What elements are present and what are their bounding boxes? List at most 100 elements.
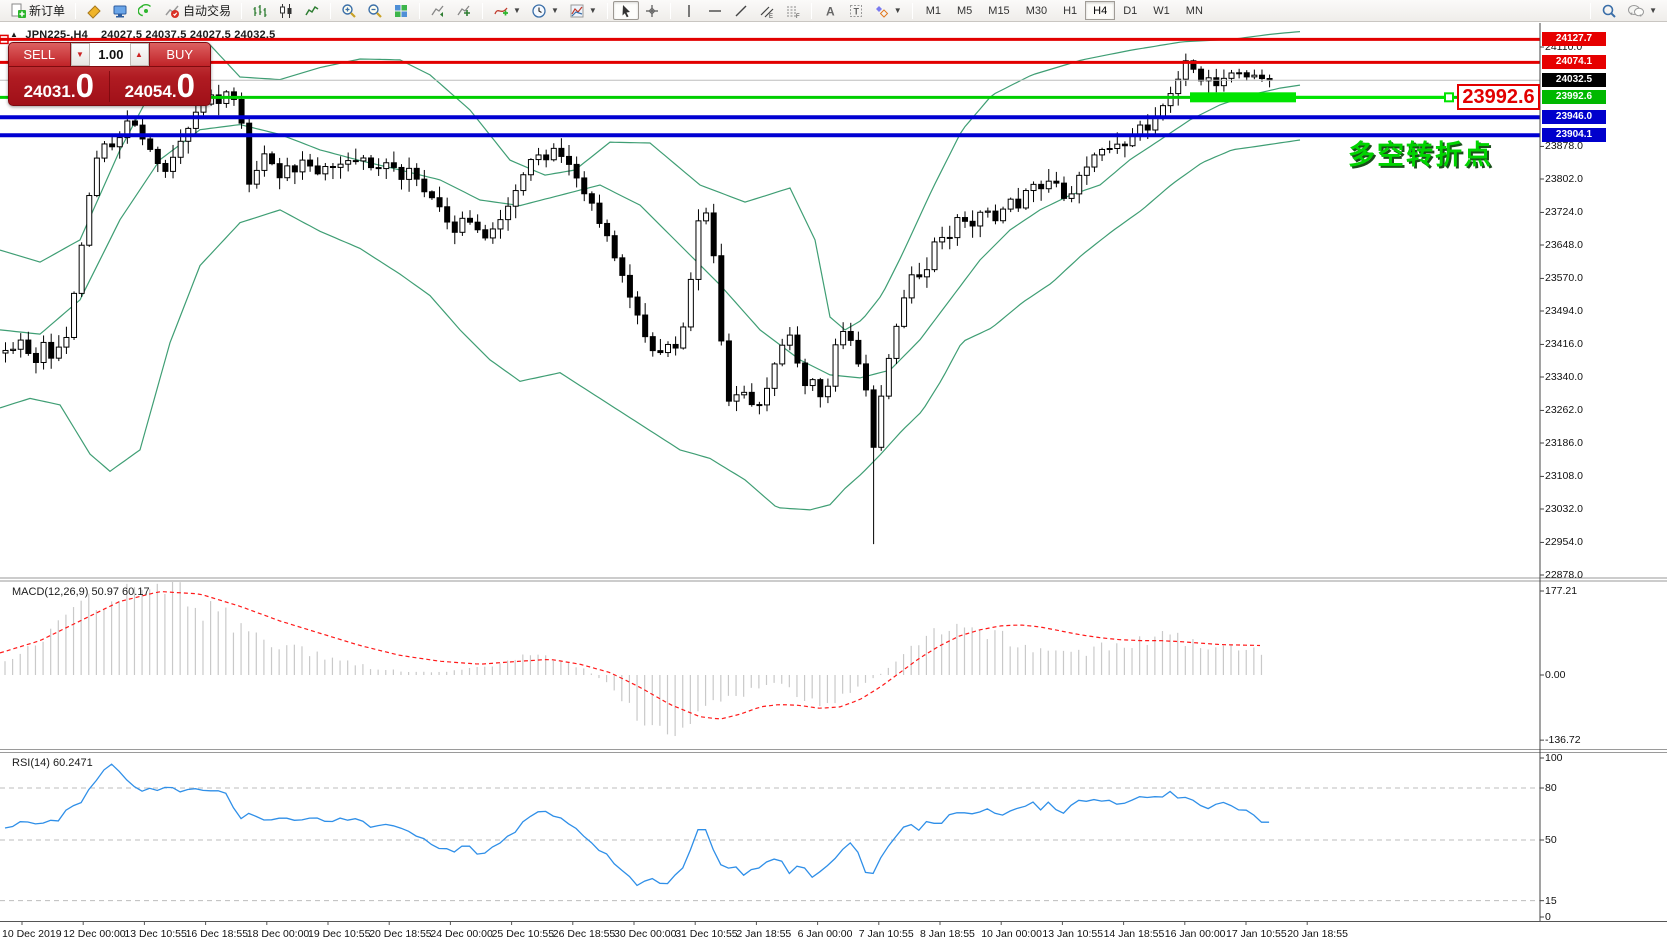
- toolbar-separator: [811, 3, 812, 19]
- buy-price-display[interactable]: 24054.0: [110, 71, 211, 102]
- candle: [247, 123, 252, 184]
- tile-windows-button[interactable]: [388, 1, 414, 20]
- candle: [1016, 199, 1021, 208]
- candle: [643, 315, 648, 337]
- candle: [308, 160, 313, 166]
- zoomin-icon: [341, 3, 357, 19]
- date-tick-label: 26 Dec 18:55: [553, 928, 615, 940]
- timeframe-m30-button[interactable]: M30: [1018, 1, 1055, 20]
- candle: [49, 342, 54, 358]
- mt4-terminal: 新订单自动交易▼▼▼EFAT▼M1M5M15M30H1H4D1W1MN▼ ▲ J…: [0, 0, 1667, 947]
- timeframe-d1-button[interactable]: D1: [1115, 1, 1145, 20]
- terminal-button[interactable]: [107, 1, 133, 20]
- period-selector-button[interactable]: ▼: [526, 1, 564, 20]
- candle: [399, 167, 404, 179]
- draw-vline-button[interactable]: [676, 1, 702, 20]
- signals-button[interactable]: [133, 1, 159, 20]
- chevron-down-icon: ▼: [1649, 6, 1657, 15]
- chevron-down-icon: ▼: [589, 6, 597, 15]
- candle: [117, 138, 122, 147]
- date-tick-label: 20 Jan 18:55: [1287, 928, 1348, 940]
- candle: [270, 154, 275, 164]
- one-click-trade-panel: SELL ▼ ▲ BUY 24031.0 24054.0: [8, 42, 211, 106]
- candle: [597, 203, 602, 223]
- timeframe-h1-button[interactable]: H1: [1055, 1, 1085, 20]
- candle: [3, 350, 8, 353]
- toolbar-button-label: 新订单: [29, 2, 65, 19]
- candle: [574, 164, 579, 178]
- macd-indicator-label: MACD(12,26,9) 50.97 60.17: [12, 586, 150, 598]
- draw-channel-button[interactable]: E: [754, 1, 780, 20]
- candle: [490, 229, 495, 238]
- chart-template-button[interactable]: ▼: [564, 1, 602, 20]
- add-indicator-button[interactable]: ▼: [488, 1, 526, 20]
- timeframe-m5-button[interactable]: M5: [949, 1, 980, 20]
- timeframe-m15-button[interactable]: M15: [980, 1, 1017, 20]
- date-tick-label: 31 Dec 10:55: [675, 928, 737, 940]
- timeframe-mn-button[interactable]: MN: [1178, 1, 1211, 20]
- candle: [1259, 75, 1264, 78]
- bar-chart-mode-button[interactable]: [247, 1, 273, 20]
- chart-title: ▲ JPN225-,H4 24027.5 24037.5 24027.5 240…: [10, 29, 275, 41]
- draw-hline-button[interactable]: [702, 1, 728, 20]
- candle: [132, 121, 137, 125]
- collapse-panel-icon[interactable]: ▲: [10, 30, 18, 39]
- candle: [1039, 184, 1044, 188]
- draw-text-button[interactable]: A: [817, 1, 843, 20]
- sell-button[interactable]: SELL: [9, 43, 71, 66]
- volume-increase-button[interactable]: ▲: [130, 43, 149, 66]
- draw-fibo-button[interactable]: F: [780, 1, 806, 20]
- order-ticket-button[interactable]: [81, 1, 107, 20]
- axis-tick-label: 100: [1545, 752, 1563, 764]
- labelT-icon: T: [848, 3, 864, 19]
- candle: [155, 149, 160, 163]
- candle: [1199, 69, 1204, 81]
- toolbar-separator: [607, 3, 608, 19]
- candle: [193, 112, 198, 128]
- search-button[interactable]: [1596, 1, 1622, 20]
- timeframe-w1-button[interactable]: W1: [1145, 1, 1178, 20]
- candle-chart-mode-button[interactable]: [273, 1, 299, 20]
- volume-decrease-button[interactable]: ▼: [71, 43, 90, 66]
- volume-input[interactable]: [90, 43, 130, 66]
- candle: [429, 192, 434, 198]
- zoom-in-button[interactable]: [336, 1, 362, 20]
- price-tag-23992.6: 23992.6: [1542, 90, 1606, 104]
- profile-new-button[interactable]: [451, 1, 477, 20]
- sell-price-display[interactable]: 24031.0: [9, 71, 110, 102]
- toolbar-button-label: 自动交易: [183, 2, 231, 19]
- axis-tick-label: 23724.0: [1545, 206, 1583, 218]
- zoom-out-button[interactable]: [362, 1, 388, 20]
- date-tick-label: 17 Jan 10:55: [1226, 928, 1287, 940]
- candle: [1122, 144, 1127, 146]
- candle: [437, 198, 442, 207]
- candle: [894, 326, 899, 358]
- candle: [635, 297, 640, 315]
- new-order-button[interactable]: 新订单: [5, 1, 70, 20]
- highlighted-level-segment: [1190, 92, 1296, 102]
- candle: [582, 178, 587, 194]
- candle: [171, 157, 176, 171]
- timeframe-h4-button[interactable]: H4: [1085, 1, 1115, 20]
- candle: [384, 163, 389, 169]
- timeframe-m1-button[interactable]: M1: [918, 1, 949, 20]
- crosshair-button[interactable]: [639, 1, 665, 20]
- buy-button[interactable]: BUY: [149, 43, 211, 66]
- candle: [315, 166, 320, 174]
- draw-label-button[interactable]: T: [843, 1, 869, 20]
- candle: [818, 380, 823, 397]
- toolbar-separator: [75, 3, 76, 19]
- candle: [1001, 209, 1006, 221]
- date-tick-label: 10 Jan 00:00: [981, 928, 1042, 940]
- auto-trading-button[interactable]: 自动交易: [159, 1, 236, 20]
- chat-button[interactable]: ▼: [1622, 1, 1662, 20]
- price-callout-label: 23992.6: [1457, 84, 1540, 110]
- draw-trendline-button[interactable]: [728, 1, 754, 20]
- cursor-button[interactable]: [613, 1, 639, 20]
- candle: [1061, 183, 1066, 198]
- axis-tick-label: 23570.0: [1545, 272, 1583, 284]
- profile-next-button[interactable]: [425, 1, 451, 20]
- line-chart-mode-button[interactable]: [299, 1, 325, 20]
- price-tag-24032.5: 24032.5: [1542, 73, 1606, 87]
- draw-shapes-button[interactable]: ▼: [869, 1, 907, 20]
